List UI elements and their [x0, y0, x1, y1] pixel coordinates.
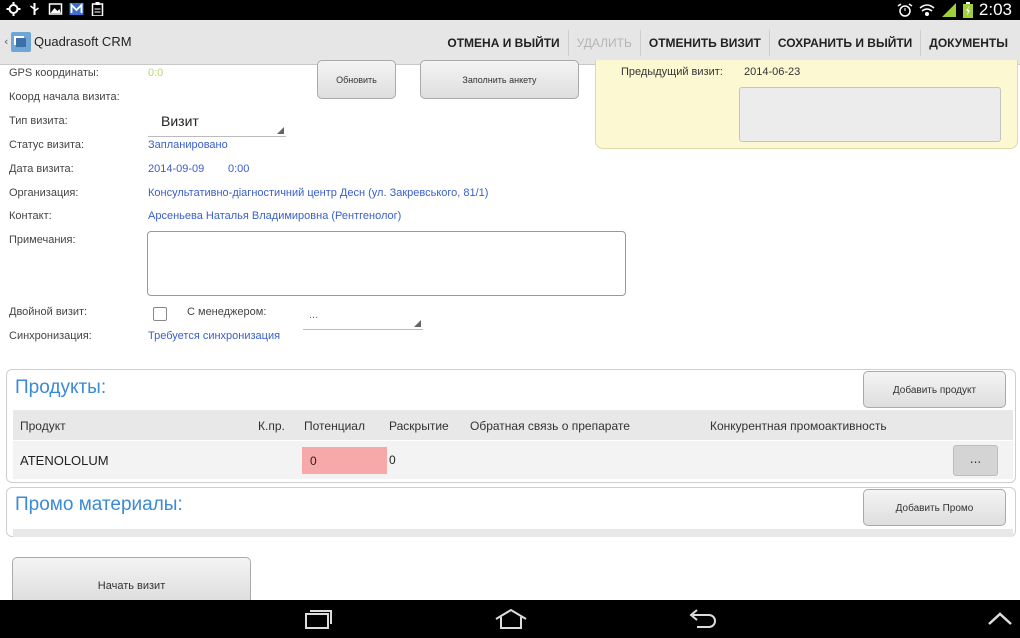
image-icon [48, 3, 63, 15]
clipboard-icon [91, 2, 104, 16]
previous-visit-date: 2014-06-23 [744, 66, 801, 78]
product-name: ATENOLOLUM [20, 453, 109, 468]
back-icon[interactable] [687, 608, 719, 630]
app-title: Quadrasoft CRM [34, 34, 132, 49]
dropdown-arrow-icon [414, 320, 421, 327]
dropdown-arrow-icon [277, 127, 284, 134]
products-table-header: Продукт К.пр. Потенциал Раскрытие Обратн… [13, 410, 1013, 440]
signal-icon [941, 3, 956, 17]
add-promo-button[interactable]: Добавить Промо [863, 489, 1006, 526]
cancel-visit-button[interactable]: ОТМЕНИТЬ ВИЗИТ [639, 29, 769, 56]
previous-visit-notes [739, 87, 1001, 142]
status-bar: 2:03 [0, 0, 1020, 20]
wifi-icon [919, 4, 935, 16]
manager-dropdown[interactable]: ... [303, 305, 423, 330]
table-row: ATENOLOLUM 0 0 ... [13, 441, 1013, 479]
delete-button[interactable]: УДАЛИТЬ [567, 29, 640, 56]
alarm-icon [897, 3, 913, 17]
date-value[interactable]: 2014-09-09 [148, 163, 204, 175]
battery-icon [962, 2, 973, 18]
double-visit-checkbox[interactable] [153, 307, 167, 321]
sync-value: Требуется синхронизация [148, 330, 281, 342]
previous-visit-panel: Предыдущий визит: 2014-06-23 [595, 60, 1018, 149]
contact-label: Контакт: [9, 210, 52, 222]
manager-value: ... [309, 309, 319, 321]
column-header: Продукт [20, 419, 66, 433]
fill-survey-button[interactable]: Заполнить анкету [420, 60, 579, 99]
start-visit-button[interactable]: Начать визит [12, 557, 251, 600]
notes-textarea[interactable] [147, 231, 626, 296]
gps-label: GPS координаты: [9, 67, 99, 79]
potential-cell[interactable]: 0 [302, 447, 387, 474]
promo-section: Промо материалы: Добавить Промо [6, 487, 1016, 537]
date-label: Дата визита: [9, 163, 74, 175]
visit-type-dropdown[interactable]: Визит [148, 109, 286, 137]
promo-title: Промо материалы: [15, 494, 183, 515]
column-header: Раскрытие [389, 419, 449, 433]
visit-type-value: Визит [161, 113, 199, 129]
action-buttons: ОТМЕНА И ВЫЙТИ УДАЛИТЬ ОТМЕНИТЬ ВИЗИТ СО… [439, 20, 1016, 65]
navigation-bar [0, 600, 1020, 638]
chevron-up-icon[interactable] [986, 608, 1014, 630]
action-bar: ‹ Quadrasoft CRM ОТМЕНА И ВЫЙТИ УДАЛИТЬ … [0, 20, 1020, 65]
clock-time: 2:03 [978, 0, 1012, 19]
organization-value[interactable]: Консультативно-діагностичний центр Десн … [148, 187, 488, 199]
home-icon[interactable] [494, 608, 528, 630]
double-visit-label: Двойной визит: [9, 306, 88, 318]
add-product-button[interactable]: Добавить продукт [863, 371, 1006, 408]
products-section: Продукты: Добавить продукт Продукт К.пр.… [6, 369, 1016, 483]
promo-list [13, 529, 1013, 537]
gps-value: 0:0 [148, 67, 164, 79]
usb-icon [30, 3, 39, 15]
mail-icon [69, 2, 84, 15]
back-chevron-icon[interactable]: ‹ [4, 35, 8, 48]
refresh-button[interactable]: Обновить [317, 60, 396, 99]
potential-value: 0 [310, 454, 317, 468]
cancel-exit-button[interactable]: ОТМЕНА И ВЫЙТИ [439, 30, 567, 56]
row-options-button[interactable]: ... [953, 445, 998, 476]
column-header: Потенциал [304, 419, 365, 433]
products-title: Продукты: [15, 377, 107, 398]
manager-label: С менеджером: [187, 306, 267, 318]
app-logo-icon[interactable] [11, 32, 31, 52]
visit-type-label: Тип визита: [9, 115, 68, 127]
location-icon [6, 2, 21, 16]
status-value[interactable]: Запланировано [148, 139, 228, 151]
start-coord-label: Коорд начала визита: [9, 91, 120, 103]
organization-label: Организация: [9, 187, 79, 199]
recent-apps-icon[interactable] [302, 608, 334, 630]
column-header: К.пр. [258, 419, 285, 433]
sync-label: Синхронизация: [9, 330, 92, 342]
previous-visit-label: Предыдущий визит: [621, 66, 723, 78]
save-exit-button[interactable]: СОХРАНИТЬ И ВЫЙТИ [768, 29, 920, 56]
time-value[interactable]: 0:00 [228, 163, 249, 175]
column-header: Обратная связь о препарате [470, 419, 630, 433]
notes-label: Примечания: [9, 234, 76, 246]
disclosure-value[interactable]: 0 [389, 453, 396, 467]
contact-value[interactable]: Арсеньева Наталья Владимировна (Рентгено… [148, 210, 401, 222]
documents-button[interactable]: ДОКУМЕНТЫ [920, 29, 1016, 56]
column-header: Конкурентная промоактивность [710, 419, 887, 433]
status-label: Статус визита: [9, 139, 85, 151]
